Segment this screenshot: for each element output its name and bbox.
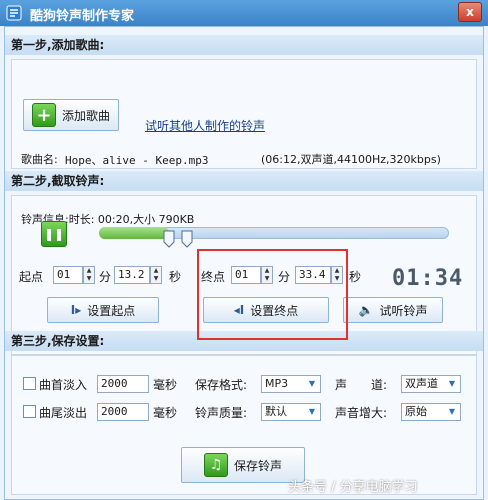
start-minute-input[interactable]: 01 [53, 266, 83, 284]
song-name: Hope、alive - Keep.mp3 [65, 154, 209, 167]
end-second-unit: 秒 [349, 270, 362, 284]
step1-header: 第一步,添加歌曲: [5, 35, 483, 55]
format-value: MP3 [265, 377, 289, 390]
quality-label: 铃声质量: [195, 406, 248, 420]
step2-header: 第二步,截取铃声: [5, 171, 483, 191]
fade-out-input[interactable]: 2000 [97, 403, 149, 421]
volume-label: 声音增大: [335, 406, 388, 420]
window-title: 酷狗铃声制作专家 [30, 9, 135, 24]
start-handle[interactable] [163, 230, 175, 248]
preview-button[interactable]: 🔈 试听铃声 [343, 297, 443, 323]
fade-in-checkbox[interactable] [23, 377, 36, 390]
add-song-label: 添加歌曲 [61, 108, 110, 123]
song-name-label: 歌曲名: [21, 153, 58, 166]
quality-value: 默认 [265, 405, 287, 418]
fade-in-input[interactable]: 2000 [97, 375, 149, 393]
channel-label-b: 道: [371, 378, 388, 392]
format-select[interactable]: MP3 ▼ [261, 375, 321, 393]
chevron-down-icon: ▼ [448, 379, 456, 388]
channel-label-a: 声 [335, 378, 348, 392]
pause-icon: ❚❚ [43, 227, 65, 241]
start-label: 起点 [19, 270, 44, 284]
start-second-unit: 秒 [169, 270, 182, 284]
pause-button[interactable]: ❚❚ [41, 221, 67, 247]
add-song-button[interactable]: + 添加歌曲 [23, 99, 119, 131]
time-display: 01:34 [392, 266, 464, 291]
music-note-icon: ♫ [203, 453, 228, 477]
fade-out-checkbox[interactable] [23, 405, 36, 418]
song-info: (06:12,双声道,44100Hz,320kbps) [261, 153, 441, 166]
save-ringtone-button[interactable]: ♫ 保存铃声 [181, 447, 305, 483]
start-second-input[interactable]: 13.2 [114, 266, 150, 284]
start-marker-icon: I▸ [70, 303, 82, 317]
plus-icon: + [31, 103, 56, 127]
fade-out-unit: 毫秒 [153, 406, 178, 420]
set-start-label: 设置起点 [87, 303, 136, 318]
preview-label: 试听铃声 [379, 303, 428, 318]
chevron-down-icon: ▼ [448, 407, 456, 416]
end-handle[interactable] [181, 230, 193, 248]
listen-others-link[interactable]: 试听其他人制作的铃声 [145, 117, 265, 134]
volume-value: 原始 [405, 405, 427, 418]
format-label: 保存格式: [195, 378, 248, 392]
start-second-spinner[interactable]: ▲ ▼ [150, 266, 162, 284]
channel-value: 双声道 [405, 377, 438, 390]
watermark: 头条号 / 分享电脑学习 [288, 480, 418, 495]
quality-select[interactable]: 默认 ▼ [261, 403, 321, 421]
fade-in-unit: 毫秒 [153, 378, 178, 392]
fade-in-label: 曲首淡入 [39, 378, 88, 392]
start-minute-spinner[interactable]: ▲ ▼ [83, 266, 95, 284]
set-start-button[interactable]: I▸ 设置起点 [47, 297, 159, 323]
start-minute-unit: 分 [99, 270, 112, 284]
fade-out-label: 曲尾淡出 [39, 406, 88, 420]
highlight-box [197, 249, 348, 340]
channel-select[interactable]: 双声道 ▼ [401, 375, 461, 393]
speaker-icon: 🔈 [358, 303, 374, 317]
volume-select[interactable]: 原始 ▼ [401, 403, 461, 421]
save-ringtone-label: 保存铃声 [233, 458, 282, 473]
timeline-selection [99, 227, 169, 239]
chevron-down-icon: ▼ [308, 407, 316, 416]
close-button[interactable]: x [458, 2, 482, 22]
app-icon [6, 5, 22, 21]
chevron-down-icon: ▼ [308, 379, 316, 388]
